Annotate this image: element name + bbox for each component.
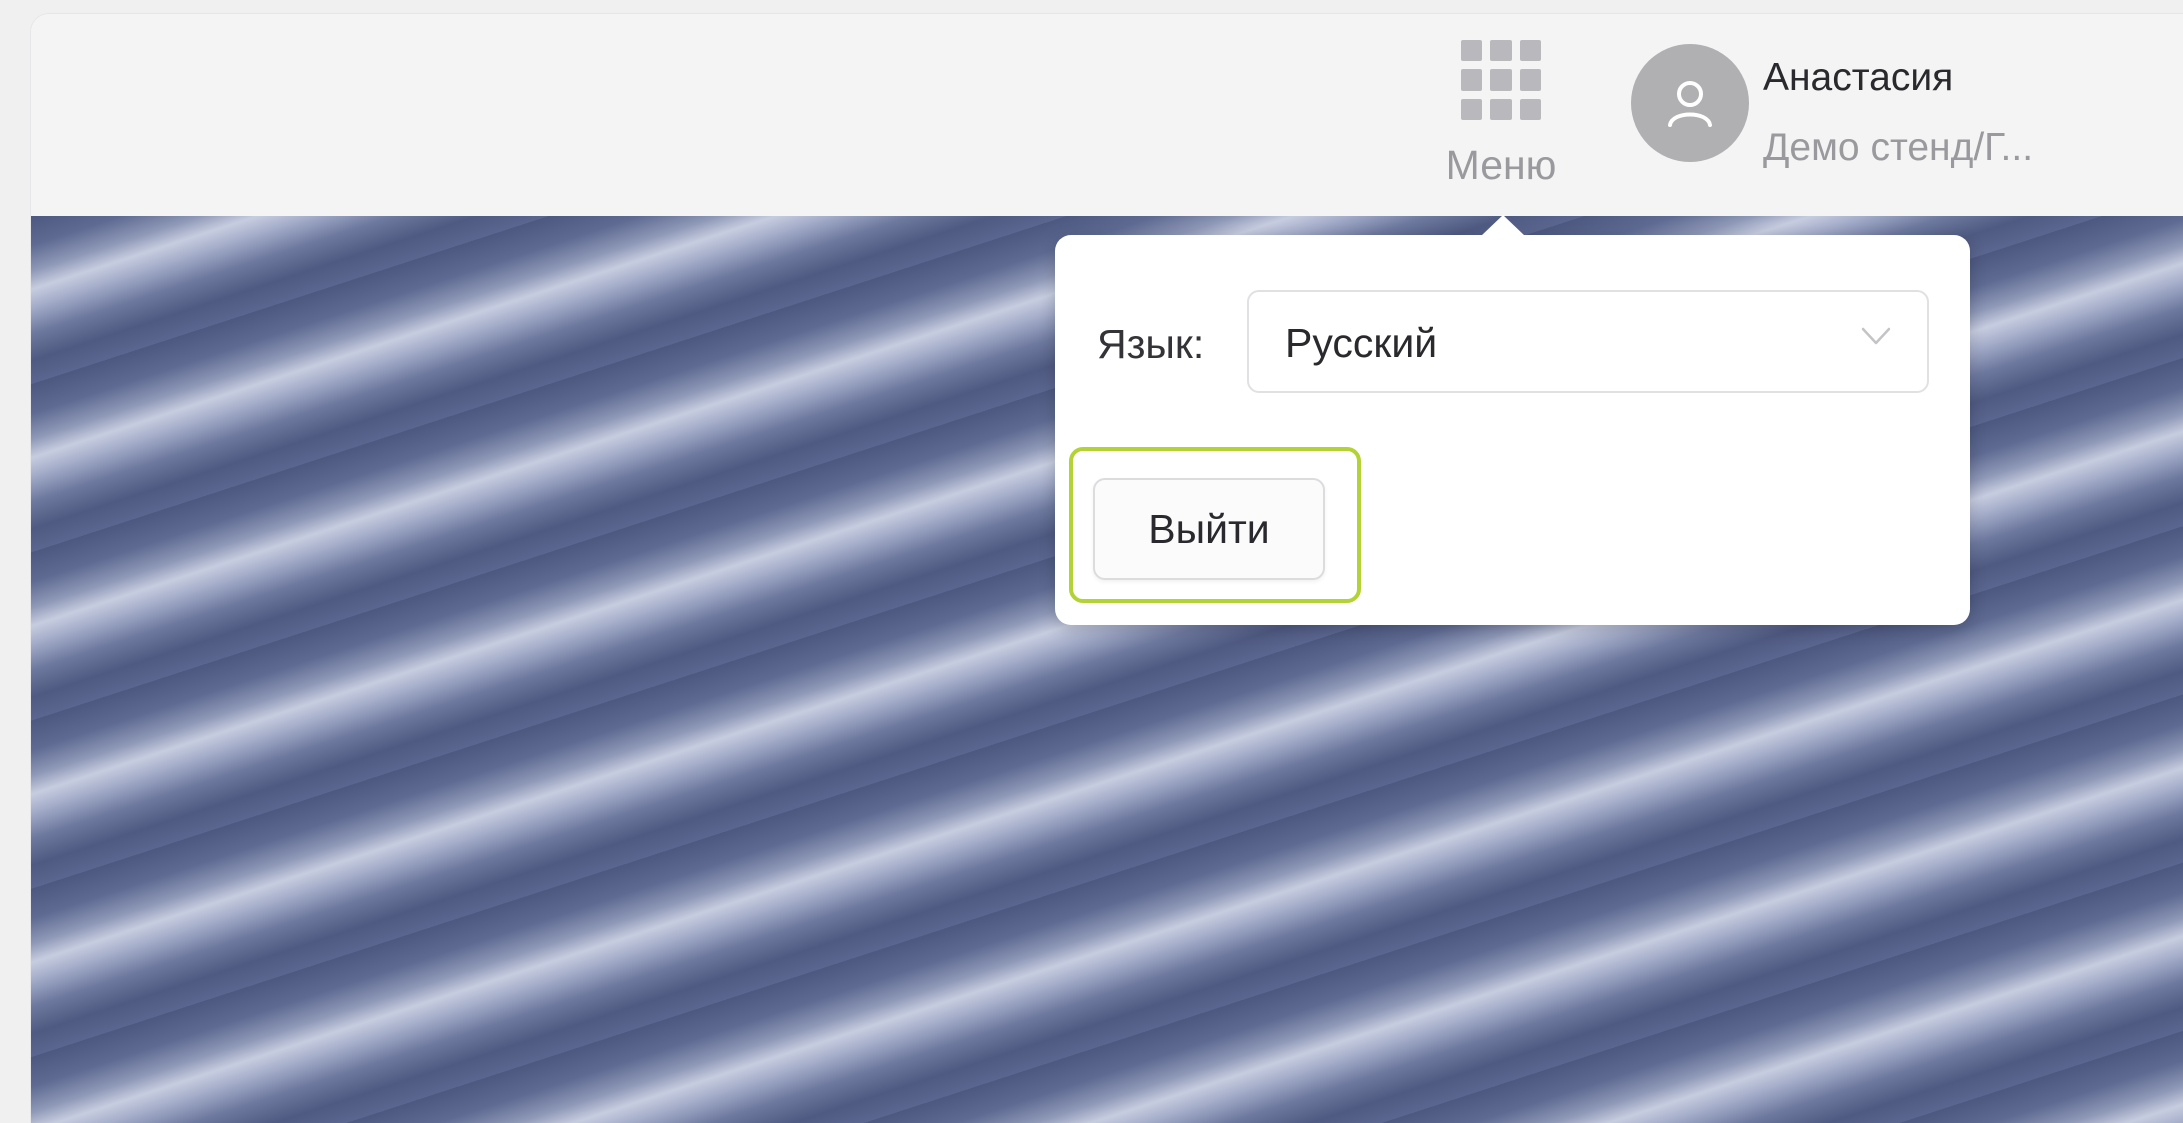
user-profile[interactable]: Анастасия Демо стенд/Г... <box>1631 44 2033 170</box>
language-select[interactable]: Русский <box>1247 290 1929 393</box>
user-organization: Демо стенд/Г... <box>1763 126 2034 169</box>
grid-icon <box>1461 40 1541 120</box>
user-menu-popover: Язык: Русский Выйти <box>1055 235 1970 625</box>
user-info: Анастасия Демо стенд/Г... <box>1763 56 2033 170</box>
chevron-down-icon <box>1861 327 1891 345</box>
language-label: Язык: <box>1097 321 1205 367</box>
popover-arrow <box>1481 215 1525 236</box>
top-bar: Меню Анастасия Демо стенд/Г... <box>31 14 2183 216</box>
menu-label: Меню <box>1445 142 1557 188</box>
logout-button[interactable]: Выйти <box>1093 478 1325 580</box>
language-selected-value: Русский <box>1285 320 1438 366</box>
user-avatar-icon <box>1631 44 1749 162</box>
menu-button[interactable]: Меню <box>1436 24 1566 214</box>
user-name: Анастасия <box>1763 56 1954 99</box>
